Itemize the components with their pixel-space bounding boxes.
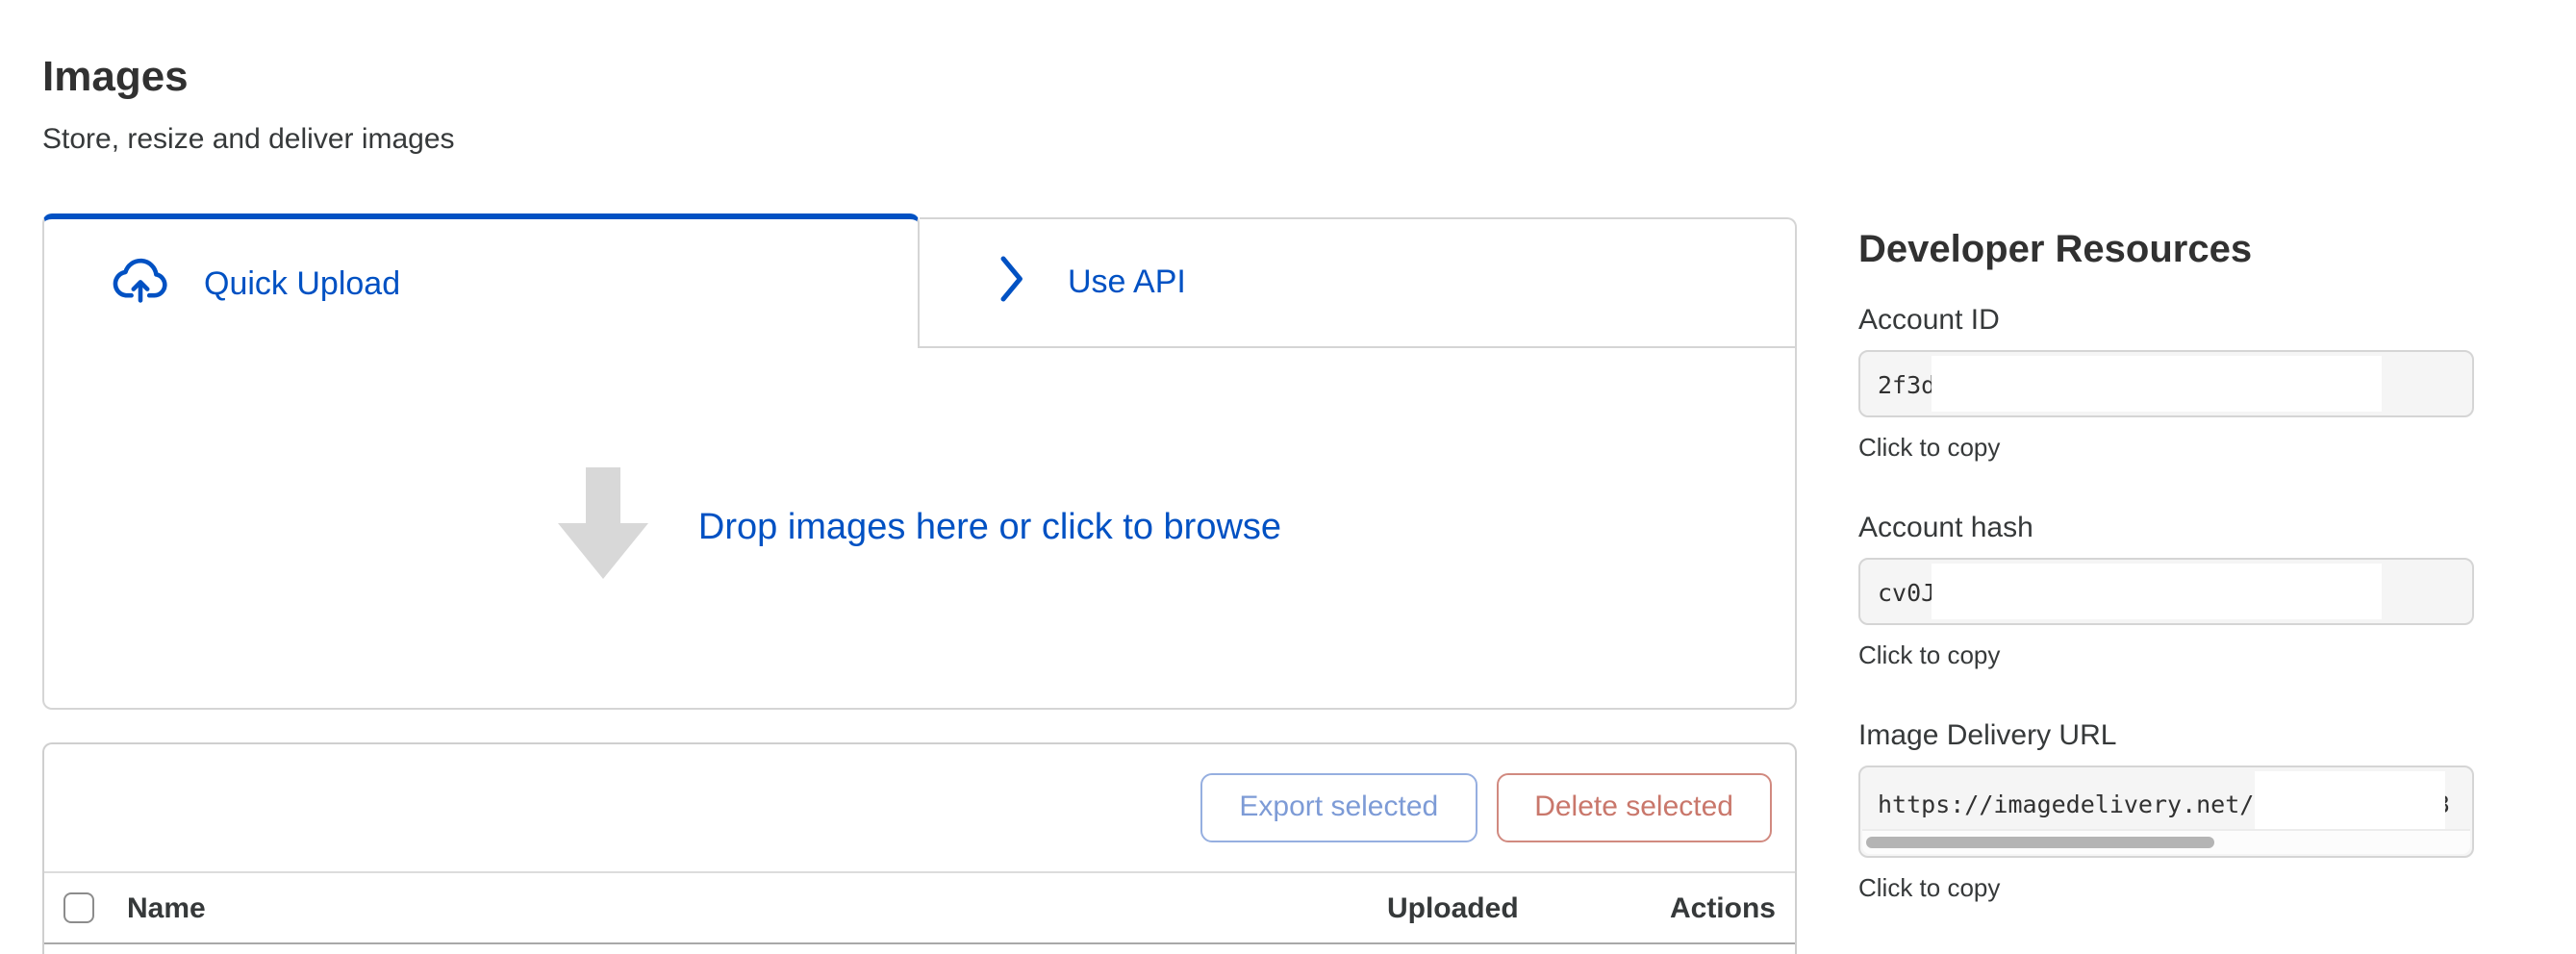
- tab-quick-upload[interactable]: Quick Upload: [42, 213, 920, 348]
- redaction-overlay: [1932, 356, 2382, 412]
- page-subtitle: Store, resize and deliver images: [42, 121, 1797, 160]
- image-delivery-url-value-box[interactable]: https://imagedelivery.net/cv0JSj 3: [1858, 766, 2474, 858]
- images-table-panel: Export selected Delete selected Name Upl…: [42, 742, 1797, 954]
- tab-use-api[interactable]: Use API: [920, 217, 1797, 348]
- account-hash-value-box[interactable]: cv0J: [1858, 558, 2474, 625]
- image-delivery-url-label: Image Delivery URL: [1858, 717, 2474, 754]
- redaction-overlay: [1932, 564, 2382, 619]
- select-all-checkbox[interactable]: [63, 892, 94, 923]
- dropzone-label: Drop images here or click to browse: [698, 507, 1281, 549]
- account-id-value-box[interactable]: 2f3d: [1858, 350, 2474, 417]
- page-title: Images: [42, 50, 1797, 104]
- account-hash-value: cv0J: [1878, 578, 1935, 607]
- account-hash-copy-hint: Click to copy: [1858, 639, 2474, 671]
- table-header-row: Name Uploaded Actions: [44, 873, 1795, 944]
- column-header-name: Name: [127, 891, 1387, 924]
- redaction-overlay: [2255, 771, 2445, 831]
- delete-selected-button[interactable]: Delete selected: [1496, 773, 1772, 842]
- column-header-uploaded: Uploaded: [1387, 891, 1670, 924]
- export-selected-button[interactable]: Export selected: [1200, 773, 1477, 842]
- account-id-copy-hint: Click to copy: [1858, 431, 2474, 464]
- sidebar-title: Developer Resources: [1858, 227, 2474, 275]
- tab-use-api-label: Use API: [1068, 264, 1186, 302]
- account-id-label: Account ID: [1858, 302, 2474, 339]
- image-delivery-url-copy-hint: Click to copy: [1858, 871, 2474, 904]
- tab-quick-upload-label: Quick Upload: [204, 264, 400, 303]
- cloud-upload-icon: [110, 255, 171, 313]
- table-toolbar: Export selected Delete selected: [44, 744, 1795, 873]
- horizontal-scrollbar-track: [1862, 829, 2470, 854]
- upload-tabs: Quick Upload Use API: [42, 213, 1797, 348]
- main-column: Images Store, resize and deliver images …: [42, 0, 1797, 954]
- horizontal-scrollbar-thumb[interactable]: [1866, 837, 2214, 848]
- image-dropzone[interactable]: Drop images here or click to browse: [42, 348, 1797, 710]
- images-page: Images Store, resize and deliver images …: [0, 0, 2576, 954]
- column-header-actions: Actions: [1670, 891, 1776, 924]
- account-id-value: 2f3d: [1878, 370, 1935, 399]
- account-hash-label: Account hash: [1858, 510, 2474, 546]
- developer-resources-sidebar: Developer Resources Account ID 2f3d Clic…: [1858, 0, 2474, 904]
- chevron-right-icon: [998, 251, 1025, 314]
- down-arrow-icon: [558, 467, 648, 589]
